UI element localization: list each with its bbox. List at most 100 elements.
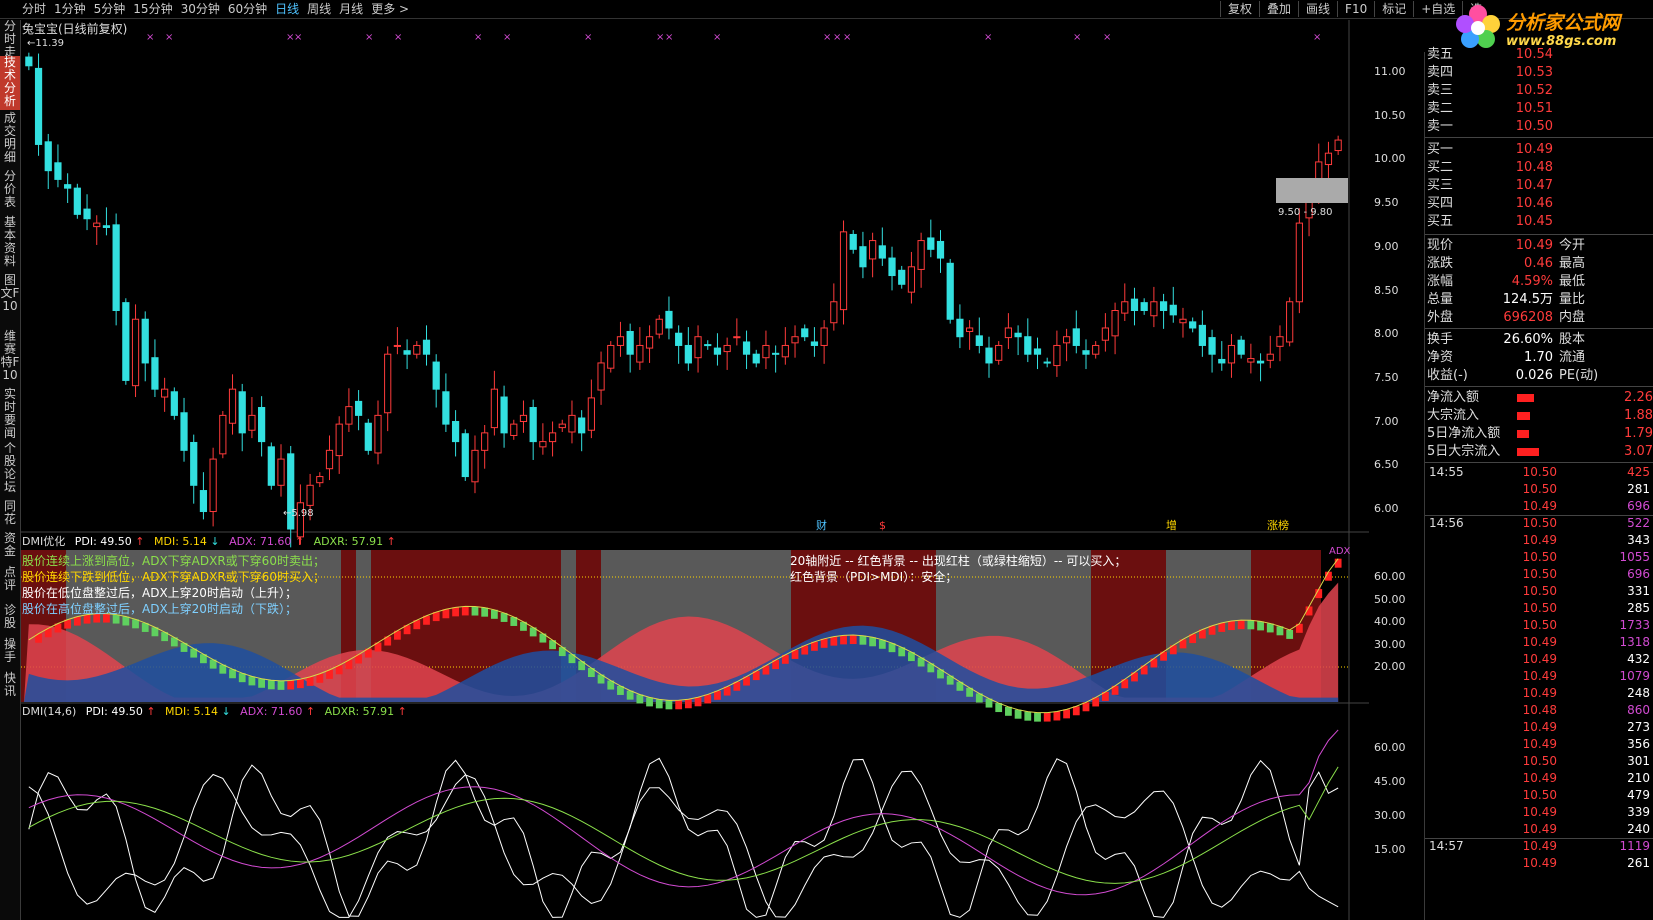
note-sell: 股价连续上涨到高位，ADX下穿ADXR或下穿60时卖出；	[22, 554, 325, 568]
candle	[733, 336, 741, 339]
axis-tick: 9.50	[1374, 196, 1399, 210]
period-8[interactable]: 月线	[339, 1, 363, 17]
tick-price: 10.49	[1522, 686, 1557, 700]
candle	[694, 336, 702, 359]
stat-label: 涨幅	[1427, 274, 1454, 289]
left-tab-3[interactable]: 分价表	[0, 170, 20, 214]
left-tab-strip: 分时走势技术分析成交明细分价表基本资料图文F10维赛特F10实时要闻个股论坛同花…	[0, 20, 21, 920]
left-tab-13[interactable]: 操手	[0, 638, 20, 670]
stat-value: 124.5万	[1502, 292, 1553, 307]
candle	[364, 422, 372, 451]
candle	[1276, 336, 1284, 347]
stat-value: 4.59%	[1511, 274, 1553, 289]
left-tab-4[interactable]: 基本资料	[0, 216, 20, 272]
left-tab-8[interactable]: 个股论坛	[0, 442, 20, 498]
axis-tick: 30.00	[1374, 809, 1406, 822]
candle	[170, 391, 178, 416]
tick-row: 10.49 432	[1425, 651, 1653, 668]
period-5[interactable]: 60分钟	[228, 1, 267, 17]
candle	[1043, 361, 1051, 364]
ask-row: 卖三 10.52	[1425, 81, 1653, 100]
stat-row: 外盘 696208 内盘	[1425, 308, 1653, 327]
dmi-mdi: MDI: 5.14	[165, 705, 218, 718]
dmi-opt-adx: ADX: 71.60	[229, 535, 292, 548]
left-tab-10[interactable]: 资金	[0, 532, 20, 564]
left-tab-0[interactable]: 分时走势	[0, 20, 20, 72]
adx-bar	[1034, 712, 1041, 722]
candle	[1189, 321, 1197, 329]
tool-3[interactable]: F10	[1337, 1, 1374, 17]
ask-row: 卖二 10.51	[1425, 99, 1653, 118]
candle	[141, 318, 149, 364]
left-tab-1[interactable]: 技术分析	[0, 56, 20, 110]
bid-label: 买二	[1427, 160, 1454, 175]
candle	[151, 357, 159, 390]
low-label: ←5.98	[283, 508, 314, 519]
candle	[1053, 344, 1061, 367]
stat-value: 26.60%	[1503, 332, 1553, 347]
flow-bar	[1517, 394, 1534, 402]
dmi-pdi: PDI: 49.50	[85, 705, 143, 718]
ask-price: 10.54	[1515, 47, 1553, 62]
axis-tick: 7.50	[1374, 370, 1399, 384]
candle	[1014, 332, 1022, 338]
candle	[626, 330, 634, 355]
period-6[interactable]: 日线	[275, 1, 299, 17]
ask-row: 卖一 10.50	[1425, 117, 1653, 136]
flow-label: 大宗流入	[1427, 408, 1480, 423]
tool-2[interactable]: 画线	[1298, 1, 1337, 17]
period-7[interactable]: 周线	[307, 1, 331, 17]
left-tab-2[interactable]: 成交明细	[0, 112, 20, 168]
axis-tick: 6.00	[1374, 502, 1399, 515]
adx-bar	[1286, 629, 1294, 639]
candle	[1286, 301, 1294, 343]
left-tab-5[interactable]: 图文F10	[0, 274, 20, 328]
tool-0[interactable]: 复权	[1220, 1, 1259, 17]
candle	[849, 233, 857, 250]
left-tab-12[interactable]: 诊股	[0, 604, 20, 636]
left-tab-14[interactable]: 快讯	[0, 672, 20, 702]
left-tab-9[interactable]: 同花	[0, 500, 20, 530]
tool-1[interactable]: 叠加	[1259, 1, 1298, 17]
candle	[742, 341, 751, 355]
period-9[interactable]: 更多 >	[371, 1, 409, 17]
candle	[267, 446, 275, 486]
signal-mark: ×	[1103, 32, 1111, 43]
chart-area[interactable]: × × × × × × × × × × × × × × × × × × ×9.50 - 9.80←11.39←5.9…	[21, 20, 1421, 920]
tick-row: 10.50 301	[1425, 753, 1653, 770]
candle	[432, 361, 440, 390]
down-arrow-icon: ↓	[210, 535, 220, 548]
signal-mark: ×	[843, 32, 851, 43]
candle	[461, 433, 469, 478]
ask-label: 卖四	[1427, 65, 1454, 80]
stat-label-2: 内盘	[1559, 310, 1586, 325]
event-mark: 涨榜	[1267, 518, 1289, 532]
adx-bar	[306, 676, 314, 686]
dmi-opt-header: DMI优化 PDI: 49.50 ↑ MDI: 5.14 ↓ ADX: 71.6…	[22, 533, 402, 549]
period-1[interactable]: 1分钟	[54, 1, 86, 17]
left-tab-11[interactable]: 点评	[0, 566, 20, 602]
period-4[interactable]: 30分钟	[181, 1, 220, 17]
note-safe: 红色背景（PDI>MDI）：安全；	[790, 570, 958, 584]
tick-volume: 343	[1627, 533, 1650, 547]
left-tab-7[interactable]: 实时要闻	[0, 388, 20, 440]
stat-value: 0.46	[1524, 256, 1553, 271]
period-3[interactable]: 15分钟	[133, 1, 172, 17]
tick-row: 10.49 248	[1425, 685, 1653, 702]
candle	[83, 208, 91, 220]
period-0[interactable]: 分时	[22, 1, 46, 17]
range-box	[1276, 178, 1348, 203]
tick-row: 10.49 343	[1425, 532, 1653, 549]
candle	[704, 344, 712, 347]
signal-mark: ×	[365, 32, 373, 43]
adx-bar	[704, 694, 712, 704]
tick-volume: 522	[1627, 516, 1650, 530]
note-low-start: 股价在低位盘整过后，ADX上穿20时启动（上升）；	[22, 586, 297, 600]
tick-price: 10.49	[1522, 737, 1557, 751]
adx-bar	[1043, 712, 1051, 722]
left-tab-6[interactable]: 维赛特F10	[0, 330, 20, 386]
adx-bar	[248, 676, 256, 686]
adx-bar	[1257, 621, 1264, 631]
tick-row: 10.50 1733	[1425, 617, 1653, 634]
period-2[interactable]: 5分钟	[94, 1, 126, 17]
